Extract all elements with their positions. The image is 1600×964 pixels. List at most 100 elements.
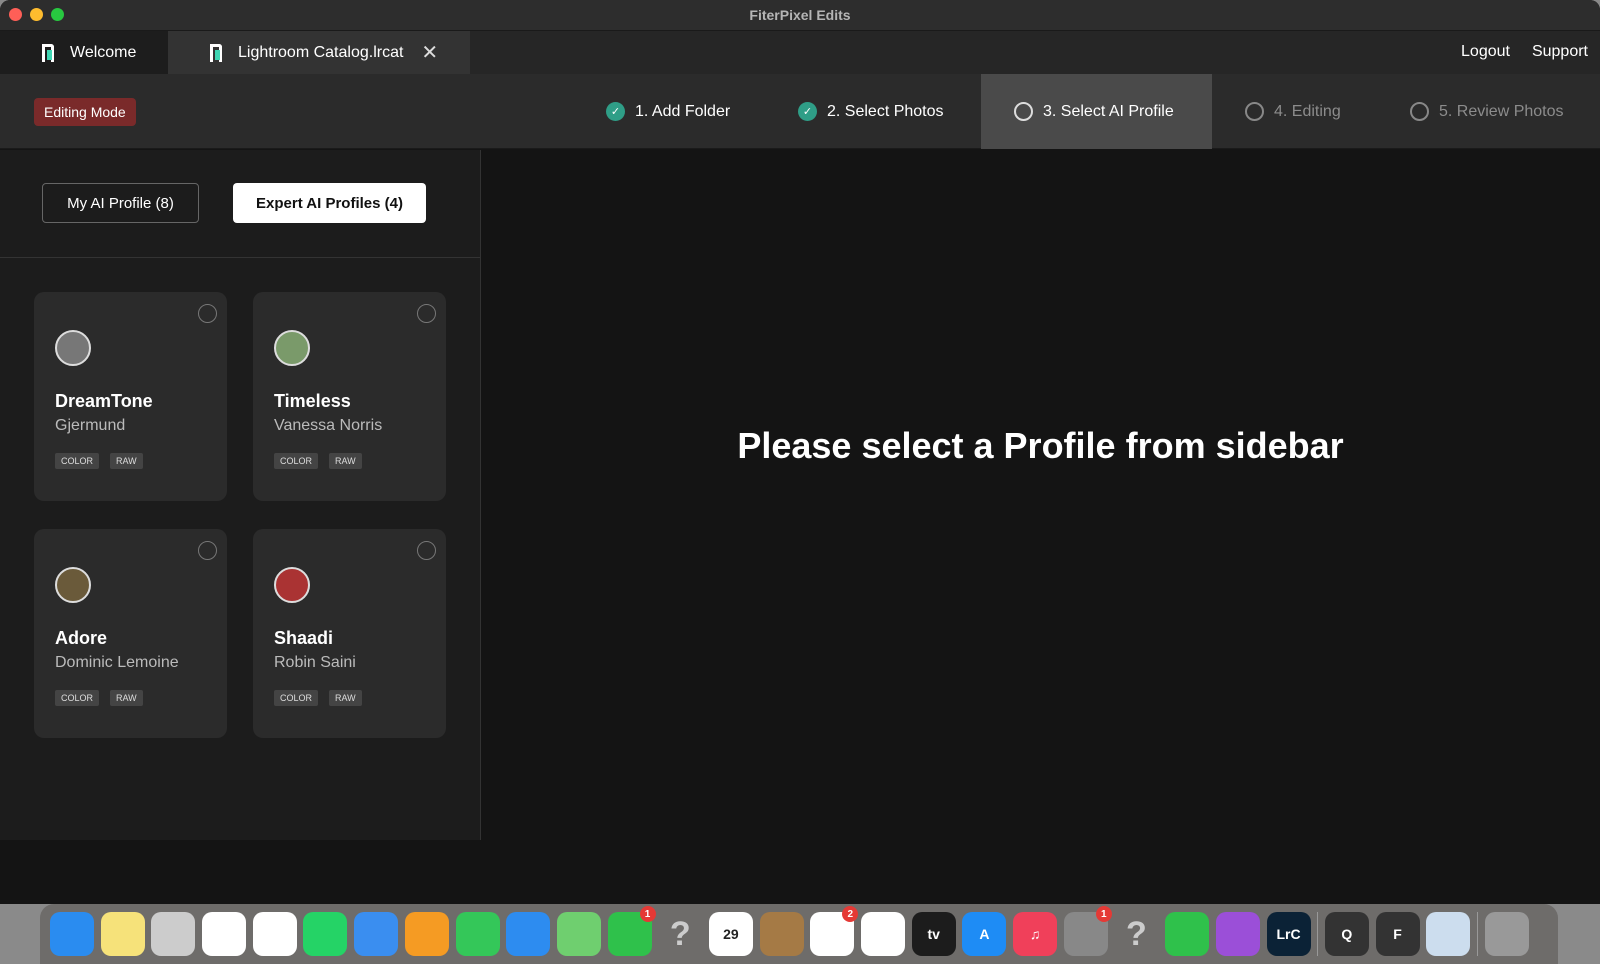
window-title: FiterPixel Edits <box>749 7 851 23</box>
dock-pages-icon[interactable] <box>404 912 449 956</box>
notification-badge: 1 <box>639 906 656 922</box>
step-label: 4. Editing <box>1274 102 1341 120</box>
avatar <box>55 330 91 366</box>
radio-button[interactable] <box>417 304 436 323</box>
profile-sidebar: My AI Profile (8) Expert AI Profiles (4)… <box>0 150 481 840</box>
profile-card[interactable]: Timeless Vanessa Norris COLOR RAW <box>253 292 446 501</box>
tab-label: Lightroom Catalog.lrcat <box>238 43 404 61</box>
profile-card[interactable]: Adore Dominic Lemoine COLOR RAW <box>34 529 227 738</box>
dock-preview-icon[interactable] <box>1426 912 1471 956</box>
my-ai-profile-button[interactable]: My AI Profile (8) <box>42 183 199 223</box>
tag-badge: RAW <box>329 453 362 469</box>
dock-icon-label: 29 <box>723 926 739 942</box>
logout-link[interactable]: Logout <box>1461 43 1510 61</box>
dock-podcasts-icon[interactable] <box>1215 912 1260 956</box>
tag-badge: RAW <box>110 453 143 469</box>
support-link[interactable]: Support <box>1532 43 1588 61</box>
tag-badge: COLOR <box>274 453 319 469</box>
dock-unknown-icon[interactable]: ? <box>1114 912 1158 956</box>
step-select-photos[interactable]: ✓ 2. Select Photos <box>798 74 944 149</box>
macos-dock: 1? 29 2 tv A ♫ 1? LrC Q F <box>40 904 1558 964</box>
fiterpixel-logo-icon <box>42 43 56 62</box>
dock-notes-icon[interactable] <box>100 912 145 956</box>
tag-badge: COLOR <box>55 453 100 469</box>
profile-name: Adore <box>55 628 108 648</box>
dock-separator <box>1476 912 1478 956</box>
avatar <box>274 330 310 366</box>
circle-icon <box>1245 102 1264 121</box>
profile-author: Dominic Lemoine <box>55 654 179 671</box>
radio-button[interactable] <box>417 541 436 560</box>
tag-badge: RAW <box>329 690 362 706</box>
dock-quicktime-icon[interactable]: Q <box>1324 912 1369 956</box>
tab-lightroom-catalog[interactable]: Lightroom Catalog.lrcat ✕ <box>168 31 470 74</box>
tab-bar: Welcome Lightroom Catalog.lrcat ✕ Logout … <box>0 31 1600 74</box>
profile-card[interactable]: Shaadi Robin Saini COLOR RAW <box>253 529 446 738</box>
step-bar: Editing Mode ✓ 1. Add Folder ✓ 2. Select P… <box>0 74 1600 149</box>
avatar <box>55 567 91 603</box>
dock-maps-icon[interactable] <box>556 912 601 956</box>
profile-name: DreamTone <box>55 391 153 411</box>
dock-contacts-icon[interactable] <box>759 912 804 956</box>
tab-welcome[interactable]: Welcome <box>0 31 168 74</box>
dock-icon-label: ? <box>669 914 691 953</box>
dock-safari-icon[interactable] <box>354 912 399 956</box>
tab-label: Welcome <box>70 43 137 61</box>
dock-icon-label: Q <box>1341 926 1353 942</box>
dock-messages-icon[interactable] <box>455 912 500 956</box>
avatar <box>274 567 310 603</box>
step-label: 2. Select Photos <box>827 102 944 120</box>
profile-author: Gjermund <box>55 417 126 434</box>
check-icon: ✓ <box>798 102 817 121</box>
profile-card[interactable]: DreamTone Gjermund COLOR RAW <box>34 292 227 501</box>
app-window: FiterPixel Edits Welcome Lightroom Catal… <box>0 0 1600 904</box>
dock-apple-tv-icon[interactable]: tv <box>911 912 956 956</box>
dock-photos-icon[interactable] <box>202 912 247 956</box>
dock-freeform-icon[interactable] <box>861 912 905 956</box>
radio-button[interactable] <box>198 304 217 323</box>
dock-music-icon[interactable]: ♫ <box>1013 912 1058 956</box>
dock-trash-icon[interactable] <box>1484 912 1529 956</box>
editing-mode-badge: Editing Mode <box>34 98 136 126</box>
check-icon: ✓ <box>606 102 625 121</box>
profile-author: Vanessa Norris <box>274 417 383 434</box>
tag-badge: COLOR <box>55 690 100 706</box>
dock-chrome-icon[interactable] <box>252 912 297 956</box>
profile-name: Shaadi <box>274 628 334 648</box>
dock-unknown-icon[interactable]: ? <box>658 912 702 956</box>
tag-badge: RAW <box>110 690 143 706</box>
close-tab-icon[interactable]: ✕ <box>421 40 438 65</box>
dock-system-settings-icon[interactable]: 1 <box>1063 906 1112 956</box>
notification-badge: 1 <box>1095 906 1112 922</box>
dock-icon-label: LrC <box>1276 926 1301 942</box>
notification-badge: 2 <box>842 906 859 922</box>
step-label: 5. Review Photos <box>1439 102 1564 120</box>
dock-icon-label: A <box>979 926 990 942</box>
dock-icon-label: tv <box>927 926 940 942</box>
step-label: 1. Add Folder <box>635 102 731 120</box>
dock-separator <box>1317 912 1319 956</box>
dock-whatsapp-icon[interactable] <box>303 912 348 956</box>
step-add-folder[interactable]: ✓ 1. Add Folder <box>606 74 730 149</box>
dock-numbers-icon[interactable] <box>1165 912 1210 956</box>
circle-icon <box>1410 102 1429 121</box>
fiterpixel-logo-icon <box>210 43 224 62</box>
dock-fiterpixel-icon[interactable]: F <box>1375 912 1420 956</box>
dock-calendar-icon[interactable]: 29 <box>708 912 753 956</box>
tag-badge: COLOR <box>274 690 319 706</box>
dock-lightroom-classic-icon[interactable]: LrC <box>1266 912 1311 956</box>
dock-app-store-icon[interactable]: A <box>962 912 1007 956</box>
dock-finder-icon[interactable] <box>50 912 94 956</box>
dock-reminders-icon[interactable]: 2 <box>810 906 859 956</box>
dock-launchpad-icon[interactable] <box>151 912 196 956</box>
dock-icon-label: ♫ <box>1029 926 1041 942</box>
step-editing[interactable]: 4. Editing <box>1245 74 1341 149</box>
title-bar: FiterPixel Edits <box>0 0 1600 31</box>
step-select-ai-profile[interactable]: 3. Select AI Profile <box>981 74 1212 149</box>
circle-icon <box>1014 102 1033 121</box>
dock-facetime-icon[interactable]: 1 <box>607 906 656 956</box>
step-review-photos[interactable]: 5. Review Photos <box>1410 74 1564 149</box>
radio-button[interactable] <box>198 541 217 560</box>
dock-mail-icon[interactable] <box>506 912 551 956</box>
expert-ai-profiles-button[interactable]: Expert AI Profiles (4) <box>233 183 426 223</box>
